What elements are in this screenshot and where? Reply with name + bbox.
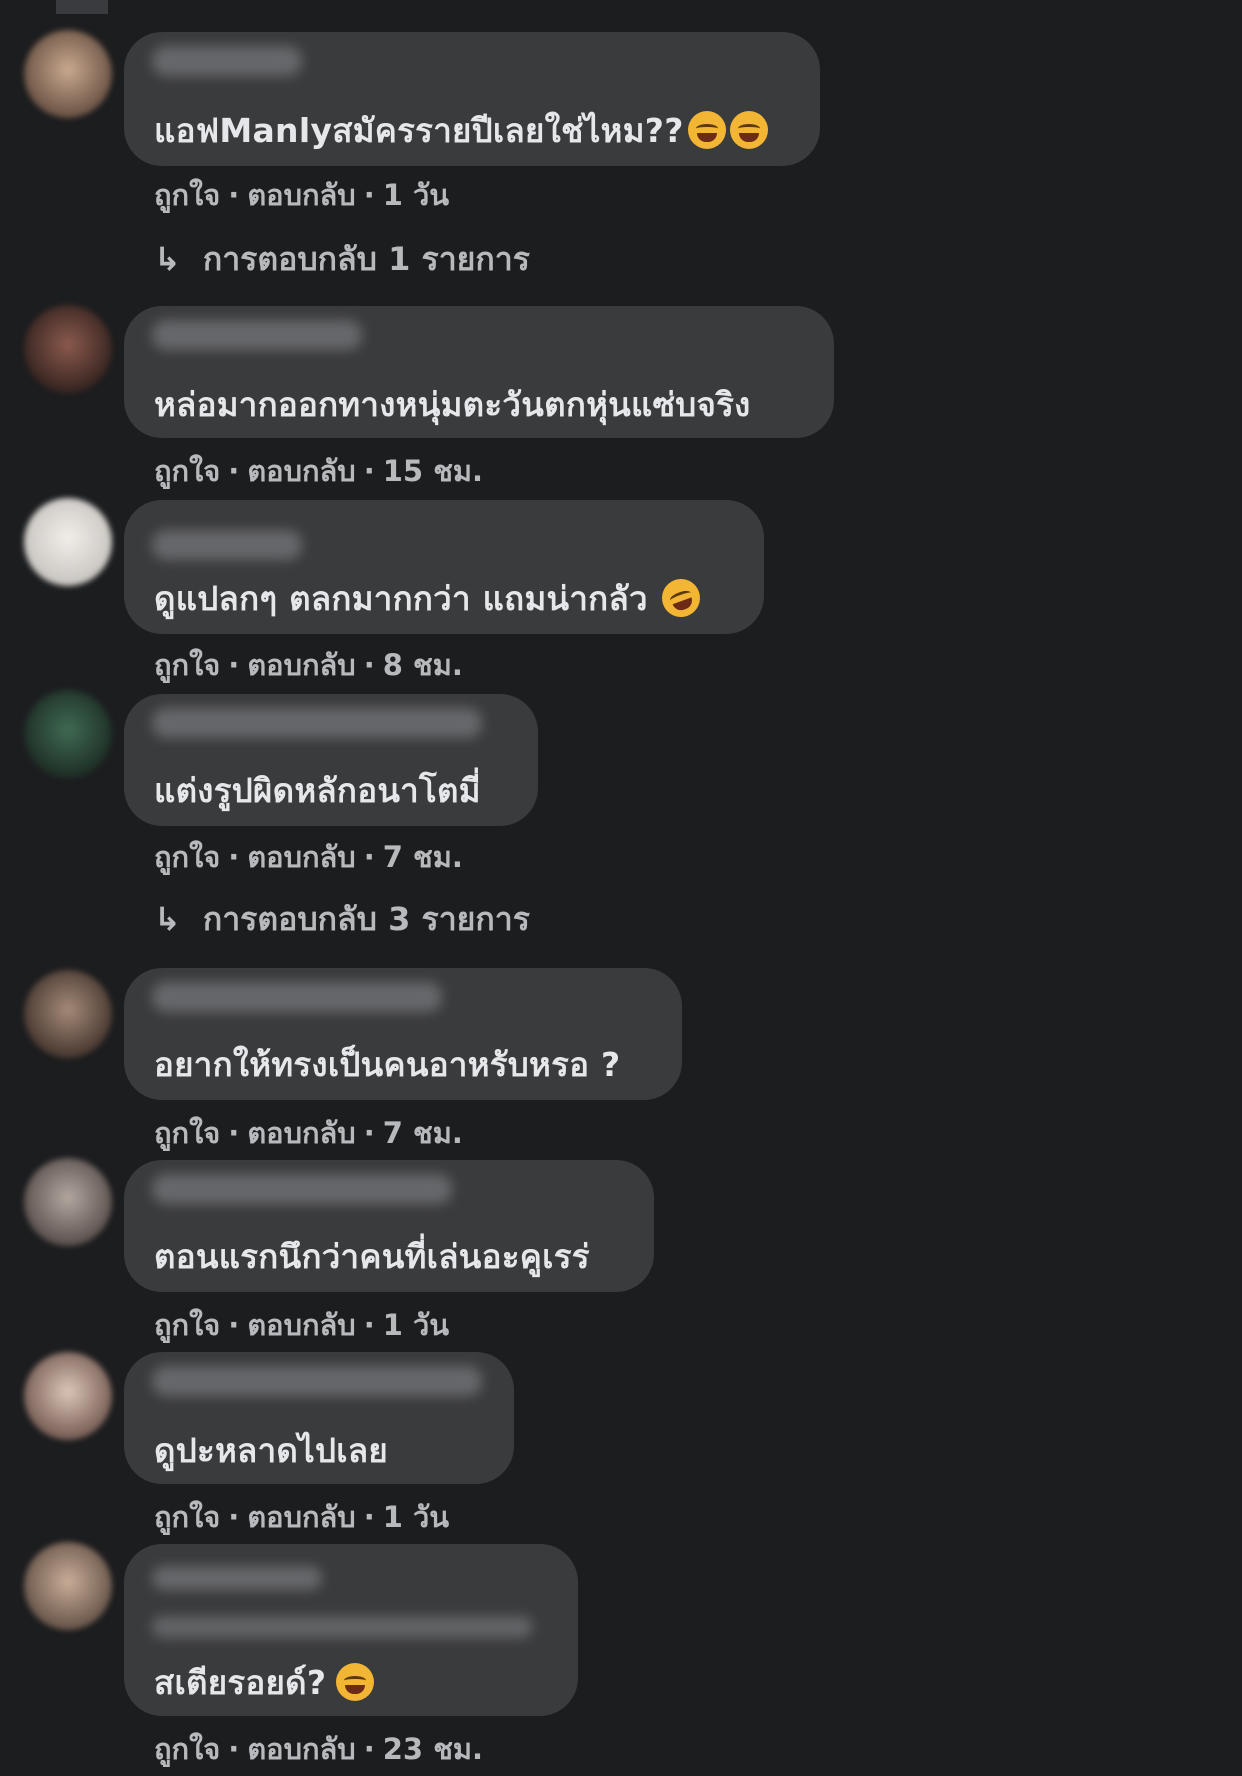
tears-of-joy-icon [687,111,726,149]
avatar[interactable] [24,690,112,778]
timestamp[interactable]: 1 วัน [383,1494,449,1540]
comment-bubble: แต่งรูปผิดหลักอนาโตมี่ [124,694,538,826]
reply-link[interactable]: ตอบกลับ [247,172,355,218]
reply-arrow-icon: ↳ [154,240,181,278]
scrollbar-fragment [56,0,108,14]
comment-text: อยากให้ทรงเป็นคนอาหรับหรอ ? [154,1045,621,1084]
comment-actions: ถูกใจ · ตอบกลับ · 7 ชม. [154,1110,463,1156]
rolling-laughing-icon [656,573,706,623]
author-name-redacted[interactable] [152,320,362,350]
timestamp[interactable]: 1 วัน [383,1302,449,1348]
comment-actions: ถูกใจ · ตอบกลับ · 1 วัน [154,1302,449,1348]
timestamp[interactable]: 7 ชม. [383,834,463,880]
reply-link[interactable]: ตอบกลับ [247,1494,355,1540]
author-name-redacted[interactable] [152,46,302,76]
view-replies-link[interactable]: ↳ การตอบกลับ 3 รายการ [154,894,530,945]
comment-text: ดูแปลกๆ ตลกมากกว่า แถมน่ากลัว [154,572,706,625]
timestamp[interactable]: 1 วัน [383,172,449,218]
avatar[interactable] [24,30,112,118]
avatar[interactable] [24,1542,112,1630]
comment-actions: ถูกใจ · ตอบกลับ · 23 ชม. [154,1726,483,1772]
comment-bubble: ตอนแรกนึกว่าคนที่เล่นอะคูเรร่ [124,1160,654,1292]
reply-arrow-icon: ↳ [154,900,181,938]
comment-actions: ถูกใจ · ตอบกลับ · 1 วัน [154,172,449,218]
comment-bubble: ดูแปลกๆ ตลกมากกว่า แถมน่ากลัว [124,500,764,634]
reply-link[interactable]: ตอบกลับ [247,834,355,880]
like-link[interactable]: ถูกใจ [154,1302,220,1348]
timestamp[interactable]: 23 ชม. [383,1726,483,1772]
like-link[interactable]: ถูกใจ [154,642,220,688]
comment-text: สเตียรอยด์? [154,1656,375,1709]
comment-text: แอฟManlyสมัครรายปีเลยใช่ไหม?? [154,104,768,157]
author-badge-redacted [152,1616,532,1638]
like-link[interactable]: ถูกใจ [154,834,220,880]
grinning-sweat-icon [336,1663,375,1701]
comment-text: แต่งรูปผิดหลักอนาโตมี่ [154,771,481,810]
author-name-redacted[interactable] [152,530,302,560]
tears-of-joy-icon [729,111,768,149]
reply-link[interactable]: ตอบกลับ [247,642,355,688]
reply-link[interactable]: ตอบกลับ [247,1110,355,1156]
avatar[interactable] [24,1352,112,1440]
comment-actions: ถูกใจ · ตอบกลับ · 7 ชม. [154,834,463,880]
comment-text: ตอนแรกนึกว่าคนที่เล่นอะคูเรร่ [154,1237,590,1276]
comment-bubble: ดูปะหลาดไปเลย [124,1352,514,1484]
like-link[interactable]: ถูกใจ [154,1494,220,1540]
like-link[interactable]: ถูกใจ [154,1726,220,1772]
author-name-redacted[interactable] [152,982,442,1012]
view-replies-link[interactable]: ↳ การตอบกลับ 1 รายการ [154,234,530,285]
timestamp[interactable]: 7 ชม. [383,1110,463,1156]
avatar[interactable] [24,970,112,1058]
timestamp[interactable]: 15 ชม. [383,448,483,494]
comment-actions: ถูกใจ · ตอบกลับ · 15 ชม. [154,448,483,494]
author-name-redacted[interactable] [152,1174,452,1204]
comment-actions: ถูกใจ · ตอบกลับ · 8 ชม. [154,642,463,688]
avatar[interactable] [24,1158,112,1246]
comment-bubble: อยากให้ทรงเป็นคนอาหรับหรอ ? [124,968,682,1100]
reply-link[interactable]: ตอบกลับ [247,448,355,494]
comment-bubble: หล่อมากออกทางหนุ่มตะวันตกหุ่นแซ่บจริง [124,306,834,438]
comment-bubble: สเตียรอยด์? [124,1544,578,1716]
comment-actions: ถูกใจ · ตอบกลับ · 1 วัน [154,1494,449,1540]
like-link[interactable]: ถูกใจ [154,172,220,218]
like-link[interactable]: ถูกใจ [154,1110,220,1156]
reply-link[interactable]: ตอบกลับ [247,1726,355,1772]
reply-link[interactable]: ตอบกลับ [247,1302,355,1348]
comment-bubble: แอฟManlyสมัครรายปีเลยใช่ไหม?? [124,32,820,166]
comment-text: ดูปะหลาดไปเลย [154,1431,389,1470]
avatar[interactable] [24,305,112,393]
like-link[interactable]: ถูกใจ [154,448,220,494]
author-name-redacted[interactable] [152,708,482,738]
comment-text: หล่อมากออกทางหนุ่มตะวันตกหุ่นแซ่บจริง [154,385,751,424]
timestamp[interactable]: 8 ชม. [383,642,463,688]
comments-section: แอฟManlyสมัครรายปีเลยใช่ไหม?? ถูกใจ · ตอบก… [0,0,1242,1776]
author-name-redacted[interactable] [152,1566,322,1590]
avatar[interactable] [24,498,112,586]
author-name-redacted[interactable] [152,1366,482,1396]
